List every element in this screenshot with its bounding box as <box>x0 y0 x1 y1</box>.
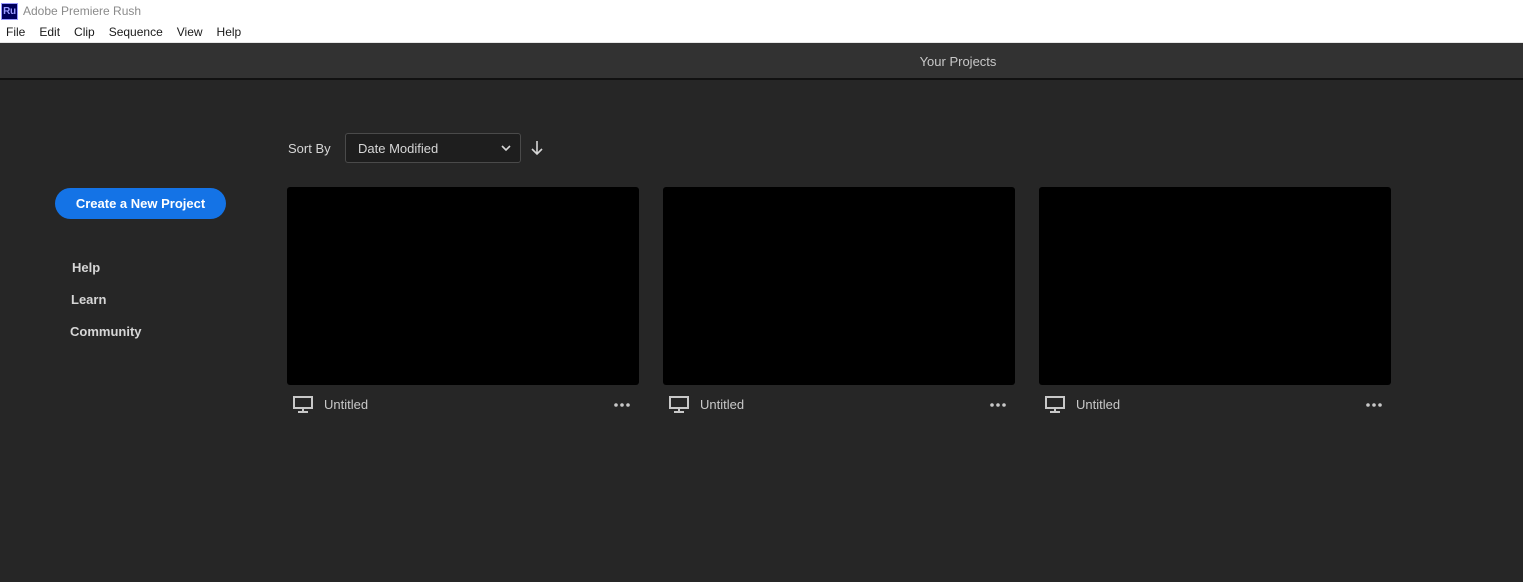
menu-help[interactable]: Help <box>210 25 249 39</box>
project-thumbnail[interactable] <box>287 187 639 385</box>
more-options-icon[interactable] <box>1365 398 1383 412</box>
menu-clip[interactable]: Clip <box>67 25 102 39</box>
project-card: Untitled <box>1039 187 1391 422</box>
more-options-icon[interactable] <box>613 398 631 412</box>
menu-view[interactable]: View <box>170 25 210 39</box>
monitor-icon <box>669 396 689 413</box>
more-options-icon[interactable] <box>989 398 1007 412</box>
app-logo-icon: Ru <box>1 2 18 20</box>
sort-by-dropdown[interactable]: Date Modified <box>345 133 521 163</box>
project-card: Untitled <box>663 187 1015 422</box>
monitor-icon <box>1045 396 1065 413</box>
sidebar-link-help[interactable]: Help <box>72 260 100 275</box>
projects-header: Your Projects <box>0 43 1523 80</box>
monitor-icon <box>293 396 313 413</box>
project-name: Untitled <box>1076 397 1121 412</box>
sort-by-value: Date Modified <box>358 140 439 156</box>
sort-by-label: Sort By <box>288 141 331 156</box>
project-name: Untitled <box>700 397 745 412</box>
project-thumbnail[interactable] <box>1039 187 1391 385</box>
window-title: Adobe Premiere Rush <box>23 4 142 18</box>
chevron-down-icon <box>501 145 511 152</box>
page-title: Your Projects <box>919 54 997 69</box>
project-card-footer: Untitled <box>287 392 639 422</box>
menu-sequence[interactable]: Sequence <box>102 25 170 39</box>
arrow-down-icon[interactable] <box>530 140 544 156</box>
project-card-footer: Untitled <box>1039 392 1391 422</box>
sidebar-link-community[interactable]: Community <box>70 324 142 339</box>
project-card-footer: Untitled <box>663 392 1015 422</box>
project-card: Untitled <box>287 187 639 422</box>
create-new-project-button[interactable]: Create a New Project <box>55 188 226 219</box>
menu-edit[interactable]: Edit <box>32 25 67 39</box>
project-name: Untitled <box>324 397 369 412</box>
project-thumbnail[interactable] <box>663 187 1015 385</box>
menu-bar: File Edit Clip Sequence View Help <box>0 22 1523 43</box>
title-bar: Ru Adobe Premiere Rush <box>0 0 1523 22</box>
menu-file[interactable]: File <box>0 25 32 39</box>
sidebar-link-learn[interactable]: Learn <box>71 292 106 307</box>
